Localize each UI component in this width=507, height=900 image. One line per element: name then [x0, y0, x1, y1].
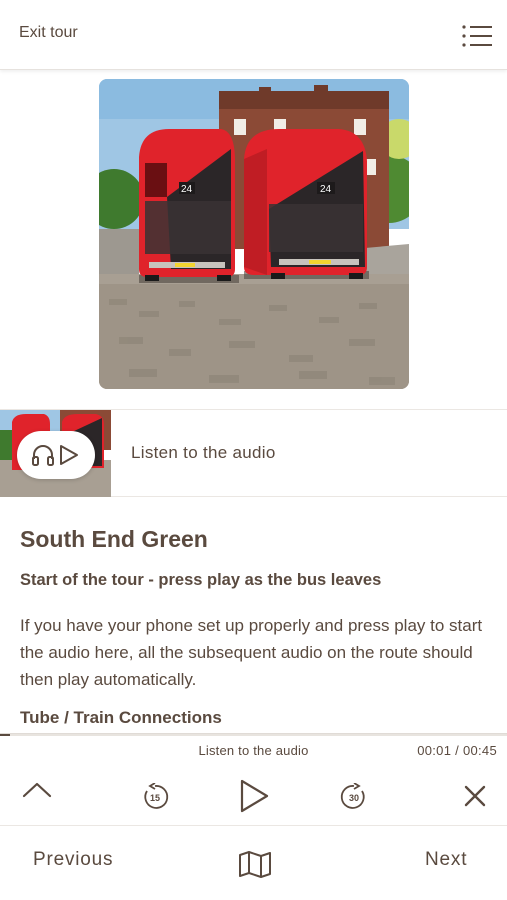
stop-description: If you have your phone set up properly a… [20, 616, 483, 689]
stop-title: South End Green [20, 526, 208, 552]
previous-button[interactable]: Previous [33, 849, 113, 871]
play-icon [60, 445, 78, 465]
audio-strip[interactable]: Listen to the audio [0, 409, 507, 497]
listen-audio-label: Listen to the audio [131, 443, 276, 462]
section-heading: Tube / Train Connections [20, 708, 222, 727]
stop-photo: 24 24 [99, 79, 409, 389]
audio-player: Listen to the audio 00:01 / 00:45 15 30 [0, 733, 507, 825]
progress-bar[interactable] [0, 734, 507, 736]
svg-text:15: 15 [150, 793, 160, 803]
svg-text:24: 24 [320, 184, 332, 195]
rewind-15-icon[interactable]: 15 [141, 782, 169, 816]
bottom-navigation: Previous Next [0, 825, 507, 900]
close-player-icon[interactable] [463, 784, 487, 813]
map-icon[interactable] [238, 850, 272, 883]
menu-list-icon[interactable] [461, 24, 493, 48]
collapse-chevron-up-icon[interactable] [22, 778, 52, 805]
player-time: 00:01 / 00:45 [417, 743, 497, 758]
headphones-icon [32, 445, 54, 466]
play-button-icon[interactable] [238, 778, 270, 819]
forward-30-icon[interactable]: 30 [340, 782, 368, 816]
stop-subtitle: Start of the tour - press play as the bu… [20, 571, 382, 589]
progress-fill [0, 734, 11, 736]
svg-text:30: 30 [349, 793, 359, 803]
exit-tour-button[interactable]: Exit tour [19, 24, 78, 42]
svg-text:24: 24 [181, 184, 193, 195]
listen-button[interactable] [17, 431, 95, 479]
next-button[interactable]: Next [425, 849, 467, 871]
top-bar: Exit tour [0, 0, 507, 70]
